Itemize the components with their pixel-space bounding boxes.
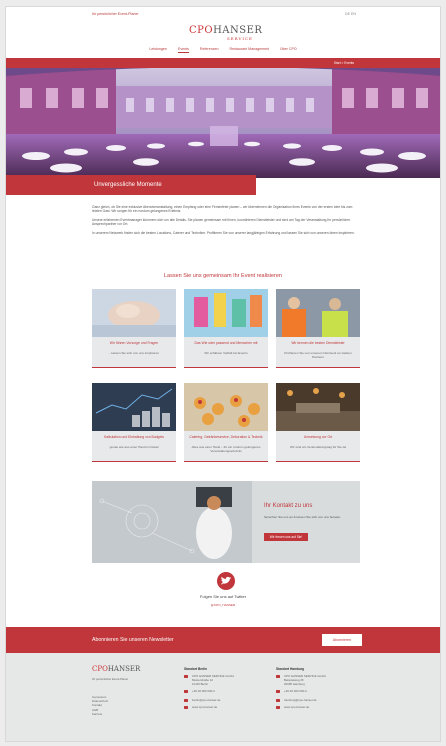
globe-icon [184, 705, 188, 709]
footer-phone[interactable]: +49 30 000 000-0 [184, 689, 264, 693]
twitter-title: Folgen Sie uns auf Twitter [199, 594, 247, 599]
hero-title: Unvergessliche Momente [94, 182, 162, 188]
service-card[interactable]: Wir kennen die besten Dienstleister Prof… [276, 289, 360, 368]
contact-image [92, 481, 252, 563]
hero-title-bar: Unvergessliche Momente [6, 175, 256, 195]
mail-icon [276, 698, 280, 702]
newsletter-bar: Abonnieren Sie unseren Newsletter Abonni… [6, 627, 440, 653]
service-card[interactable]: Das Wie oder passend und Menschen mit Wi… [184, 289, 268, 368]
footer-address: CPO HANSER SERVICE GmbH Beispielweg 45 200… [276, 674, 356, 686]
page: Ihr persönlicher Event-Planer DE EN CPOH… [5, 6, 441, 742]
globe-icon [276, 705, 280, 709]
card-image [184, 289, 268, 337]
logo-subtitle: SERVICE [227, 36, 253, 41]
phone-icon [184, 689, 188, 693]
card-text: genau wie aus einer Hand im Detail [109, 445, 159, 449]
phone-icon [276, 689, 280, 693]
top-bar: Ihr persönlicher Event-Planer DE EN [6, 7, 440, 21]
nav-item-leistungen[interactable]: Leistungen [149, 47, 167, 52]
footer-heading: Standort Berlin [184, 667, 208, 671]
footer-link[interactable]: Karriere [92, 712, 108, 716]
card-title: Catering, Getränkeservice, Dekoration & … [189, 435, 263, 439]
card-text: Wir sind am Veranstaltungstag für Sie da [289, 445, 347, 449]
twitter-link[interactable]: @CPO_HANSER [6, 603, 440, 607]
twitter-icon[interactable] [217, 572, 235, 590]
card-text: ...lassen Sie sich von uns inspirieren [108, 351, 160, 355]
breadcrumb[interactable]: Start > Events [334, 61, 354, 65]
newsletter-button[interactable]: Abonnieren [322, 634, 362, 646]
card-title: Wir kennen die besten Dienstleister [291, 341, 345, 345]
contact-button[interactable]: Wir freuen uns auf Sie! [264, 533, 308, 541]
footer-phone[interactable]: +49 40 000 000-0 [276, 689, 356, 693]
card-text: Profitieren Sie von unserem Netzwerk an … [284, 351, 352, 359]
contact-title: Ihr Kontakt zu uns [264, 503, 313, 509]
footer-email[interactable]: hamburg@cpo-hanser.de [276, 698, 356, 702]
footer-column-berlin: Standort Berlin CPO HANSER SERVICE GmbH M… [184, 667, 264, 712]
service-card[interactable]: Umsetzung vor Ort Wir sind am Veranstalt… [276, 383, 360, 462]
card-title: Wir führen Vorsorge und Fragen [109, 341, 159, 345]
card-image [92, 383, 176, 431]
nav-item-events[interactable]: Events [177, 47, 189, 53]
mail-icon [184, 698, 188, 702]
breadcrumb-bar: Start > Events [6, 58, 440, 68]
footer-tagline: Ihr persönlicher Event-Planer [92, 677, 129, 681]
footer-web[interactable]: www.cpo-hanser.de [276, 705, 356, 709]
footer: CPOHANSER Ihr persönlicher Event-Planer … [6, 653, 440, 741]
contact-teaser: Ihr Kontakt zu uns Sprechen Sie uns an &… [92, 481, 360, 563]
footer-logo-wordmark: CPOHANSER [92, 665, 141, 673]
service-card[interactable]: Kalkulation und Einhaltung von Budgets g… [92, 383, 176, 462]
card-title: Umsetzung vor Ort [303, 435, 333, 439]
logo-wordmark: CPOHANSER [189, 25, 263, 36]
newsletter-title: Abonnieren Sie unseren Newsletter [92, 637, 174, 643]
footer-logo[interactable]: CPOHANSER Ihr persönlicher Event-Planer [92, 665, 152, 681]
nav-item-about[interactable]: Über CPO [280, 47, 297, 52]
card-image [276, 289, 360, 337]
card-image [184, 383, 268, 431]
footer-address: CPO HANSER SERVICE GmbH Musterstraße 12 10… [184, 674, 264, 686]
footer-email[interactable]: berlin@cpo-hanser.de [184, 698, 264, 702]
contact-text: Sprechen Sie uns an & lassen Sie sich vo… [264, 515, 342, 519]
card-title: Kalkulation und Einhaltung von Budgets [104, 435, 164, 439]
logo[interactable]: CPOHANSER SERVICE [189, 24, 263, 44]
card-image [276, 383, 360, 431]
nav-item-referenzen[interactable]: Referenzen [200, 47, 219, 52]
nav-item-restaurant[interactable]: Restaurant Management [230, 47, 270, 52]
intro-paragraph: In unserem Netzwerk finden sich die best… [92, 230, 355, 235]
footer-web[interactable]: www.cpo-hanser.de [184, 705, 264, 709]
main-nav: Leistungen Events Referenzen Restaurant … [6, 47, 440, 57]
location-icon [184, 674, 188, 678]
service-card[interactable]: Wir führen Vorsorge und Fragen ...lassen… [92, 289, 176, 368]
location-icon [276, 674, 280, 678]
card-title: Das Wie oder passend und Menschen mit [194, 341, 258, 345]
intro-text: Ganz gleich, ob Sie eine exklusive Abend… [92, 205, 362, 239]
footer-column-hamburg: Standort Hamburg CPO HANSER SERVICE GmbH… [276, 667, 356, 712]
service-card[interactable]: Catering, Getränkeservice, Dekoration & … [184, 383, 268, 462]
language-switch[interactable]: DE EN [345, 12, 356, 16]
card-image [92, 289, 176, 337]
tagline: Ihr persönlicher Event-Planer [92, 12, 139, 16]
hero-image [6, 68, 440, 178]
intro-paragraph: Ganz gleich, ob Sie eine exklusive Abend… [92, 205, 353, 214]
card-text: Wir schätzen Vielfalt bei Events [204, 351, 248, 355]
card-text: Alles aus einer Hand – für ein rundum ge… [191, 445, 261, 453]
footer-heading: Standort Hamburg [276, 667, 304, 671]
section-title: Lassen Sie uns gemeinsam Ihr Event reali… [163, 273, 282, 279]
intro-paragraph: Unsere erfahrenen Eventmanager kümmern s… [92, 217, 351, 227]
footer-links: Impressum Datenschutz Kontakt AGB Karrie… [92, 695, 108, 716]
